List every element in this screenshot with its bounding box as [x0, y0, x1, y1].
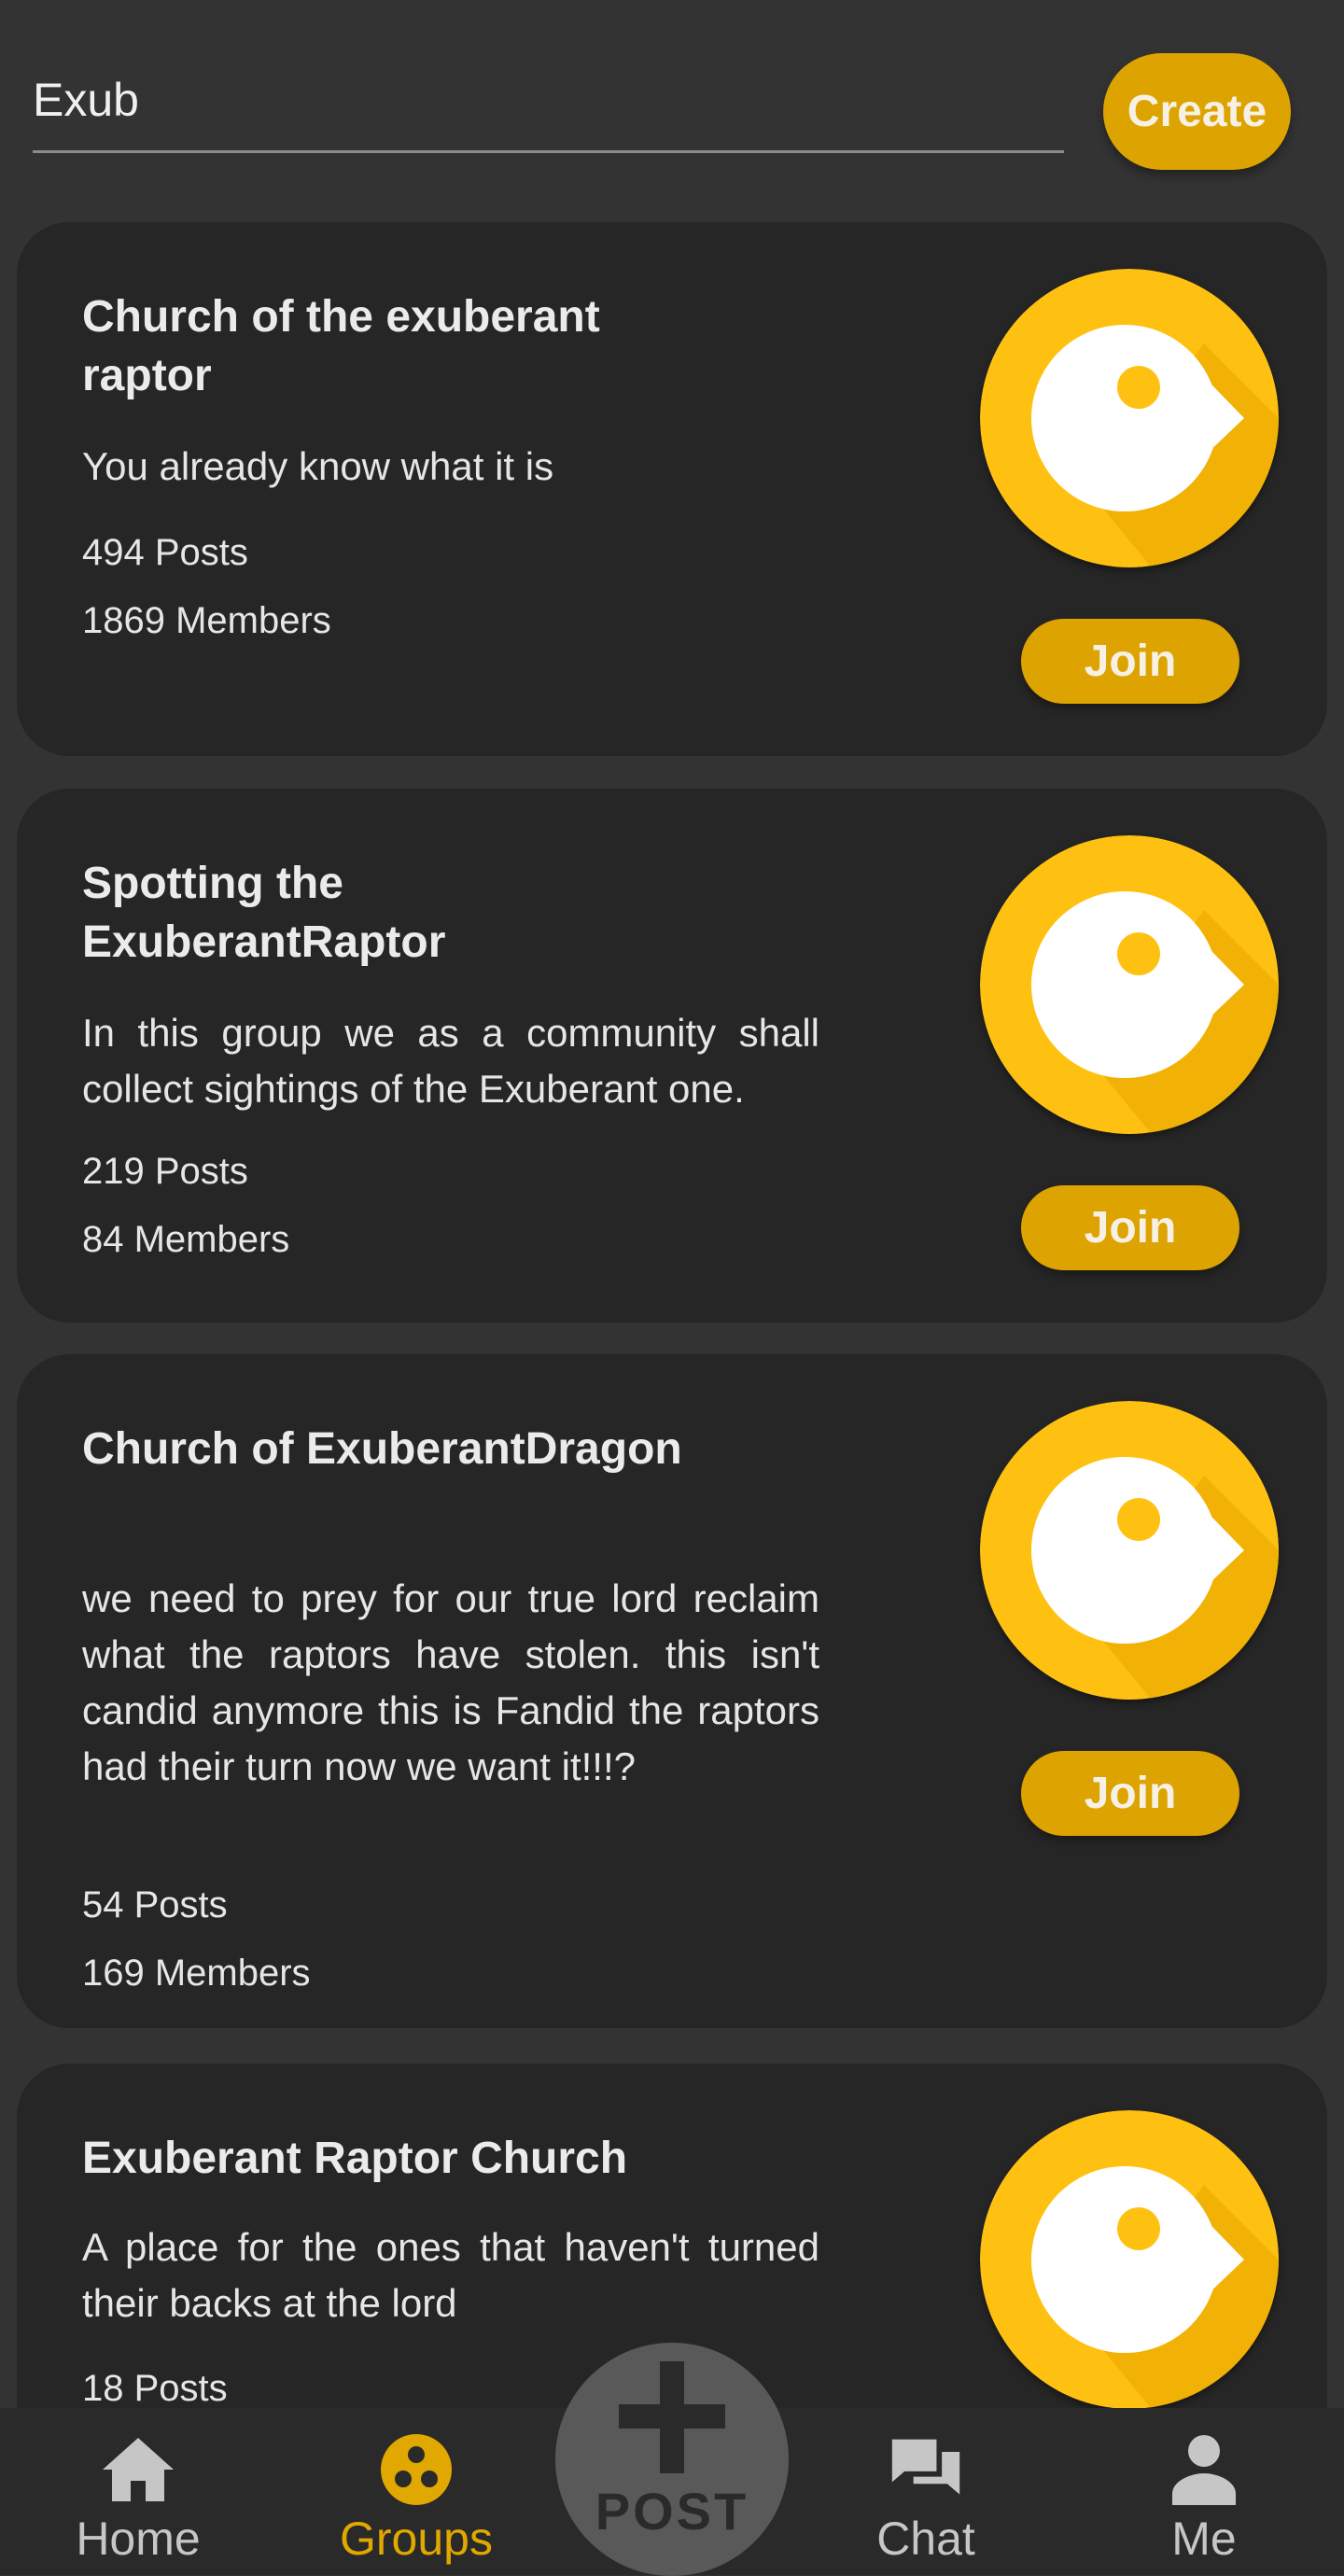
group-card[interactable]: Spotting the ExuberantRaptor In this gro… — [17, 789, 1327, 1323]
group-members-count: 169 Members — [82, 1953, 311, 1994]
post-button[interactable]: POST — [555, 2343, 789, 2576]
bird-logo-icon — [980, 2110, 1279, 2409]
group-posts-count: 54 Posts — [82, 1884, 228, 1925]
group-posts-count: 219 Posts — [82, 1151, 248, 1192]
group-description: we need to prey for our true lord reclai… — [82, 1576, 819, 1788]
group-members-count: 84 Members — [82, 1219, 290, 1260]
group-avatar[interactable] — [980, 835, 1279, 1134]
bird-logo-icon — [980, 269, 1279, 567]
nav-chat-label: Chat — [876, 2513, 975, 2565]
bird-logo-icon — [980, 835, 1279, 1134]
group-card[interactable]: Church of the exuberant raptor You alrea… — [17, 222, 1327, 756]
group-description: In this group we as a community shall co… — [82, 1011, 819, 1111]
group-description: A place for the ones that haven't turned… — [82, 2225, 819, 2325]
nav-chat[interactable]: Chat — [833, 2408, 1019, 2575]
group-title: Exuberant Raptor Church — [82, 2134, 628, 2183]
nav-me-label: Me — [1171, 2513, 1237, 2565]
bird-logo-icon — [980, 1401, 1279, 1700]
group-avatar[interactable] — [980, 2110, 1279, 2409]
join-button[interactable]: Join — [1021, 619, 1239, 704]
groups-icon — [379, 2432, 454, 2507]
group-title: Spotting the ExuberantRaptor — [82, 859, 446, 967]
nav-me[interactable]: Me — [1111, 2408, 1297, 2575]
person-icon — [1167, 2432, 1241, 2507]
group-description: You already know what it is — [82, 444, 554, 488]
home-icon — [101, 2432, 175, 2507]
group-members-count: 1869 Members — [82, 600, 331, 641]
create-button[interactable]: Create — [1103, 53, 1291, 170]
group-avatar[interactable] — [980, 1401, 1279, 1700]
group-avatar[interactable] — [980, 269, 1279, 567]
join-button[interactable]: Join — [1021, 1185, 1239, 1270]
nav-groups-label: Groups — [340, 2513, 493, 2565]
nav-home[interactable]: Home — [45, 2408, 231, 2575]
join-button[interactable]: Join — [1021, 1751, 1239, 1836]
group-title: Church of the exuberant raptor — [82, 292, 600, 400]
group-title: Church of ExuberantDragon — [82, 1424, 682, 1474]
post-label: POST — [595, 2482, 749, 2541]
plus-icon — [619, 2361, 725, 2473]
chat-icon — [889, 2432, 963, 2507]
nav-groups[interactable]: Groups — [323, 2408, 510, 2575]
group-card[interactable]: Church of ExuberantDragon we need to pre… — [17, 1354, 1327, 2028]
search-input[interactable] — [33, 67, 1059, 133]
search-bar — [33, 54, 1064, 153]
group-posts-count: 494 Posts — [82, 532, 248, 573]
group-posts-count: 18 Posts — [82, 2368, 228, 2409]
nav-home-label: Home — [76, 2513, 201, 2565]
